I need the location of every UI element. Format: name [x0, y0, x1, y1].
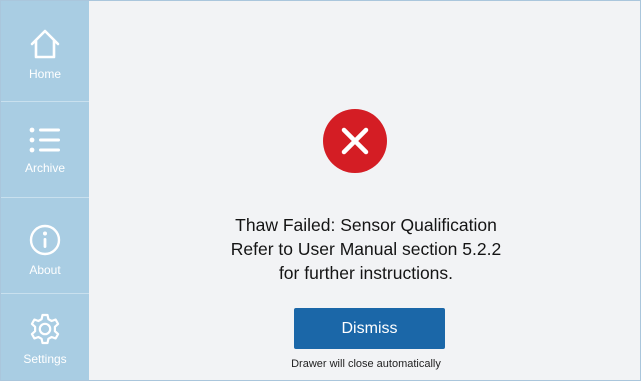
- sidebar-item-settings[interactable]: Settings: [1, 312, 89, 366]
- close-icon: [341, 127, 369, 155]
- sidebar-item-home[interactable]: Home: [1, 27, 89, 81]
- sidebar-item-label: Settings: [23, 352, 67, 366]
- sidebar-item-label: About: [29, 263, 61, 277]
- gear-icon: [30, 313, 60, 345]
- error-detail-line: for further instructions.: [278, 263, 454, 283]
- sidebar-divider: [1, 197, 89, 198]
- sidebar-divider: [1, 101, 89, 102]
- error-detail-line: Refer to User Manual section 5.2.2: [230, 239, 502, 259]
- sidebar-item-archive[interactable]: Archive: [1, 125, 89, 175]
- app-window: Home Archive About Settings Thaw Failed:…: [0, 0, 641, 381]
- error-title: Thaw Failed: Sensor Qualification: [235, 215, 497, 235]
- error-x-icon: [323, 109, 387, 173]
- auto-close-note: Drawer will close automatically: [291, 358, 441, 370]
- sidebar-item-label: Home: [28, 67, 61, 81]
- home-icon: [30, 29, 60, 59]
- sidebar-item-about[interactable]: About: [1, 223, 89, 277]
- dismiss-button[interactable]: Dismiss: [294, 308, 445, 349]
- sidebar-divider: [1, 293, 89, 294]
- list-icon: [29, 127, 60, 153]
- error-message: Thaw Failed: Sensor Qualification Refer …: [90, 213, 640, 285]
- info-icon: [29, 224, 61, 256]
- sidebar-item-label: Archive: [24, 161, 65, 175]
- dialog-panel: Thaw Failed: Sensor Qualification Refer …: [90, 1, 640, 380]
- sidebar: Home Archive About Settings: [1, 1, 89, 380]
